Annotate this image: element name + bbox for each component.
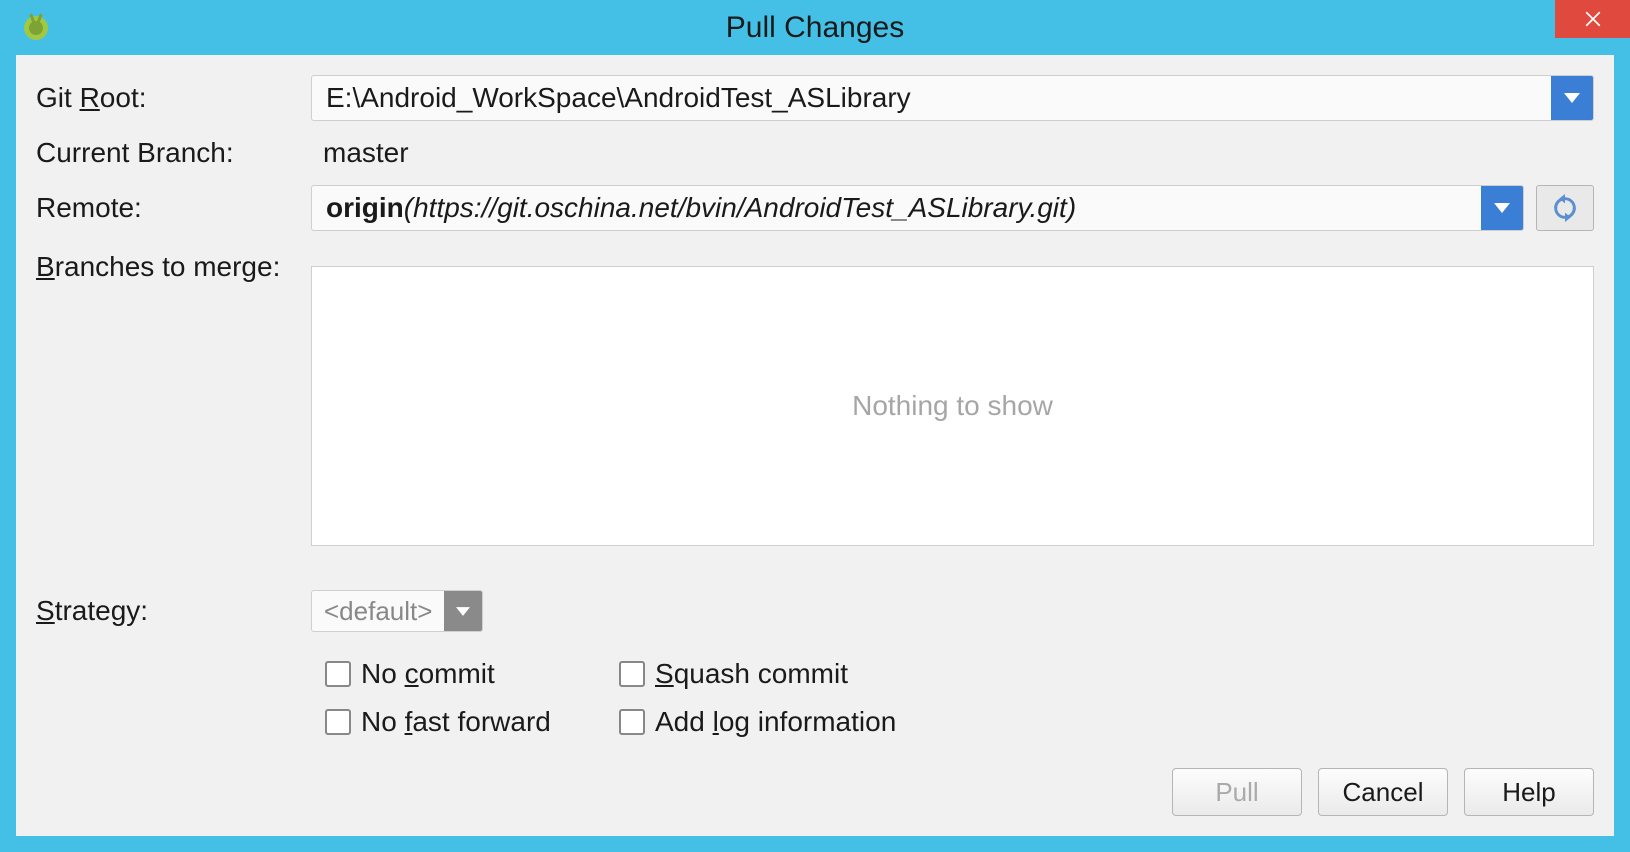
squash-commit-checkbox[interactable]: Squash commit — [619, 658, 919, 690]
cancel-button[interactable]: Cancel — [1318, 768, 1448, 816]
dialog-content: Git Root: E:\Android_WorkSpace\AndroidTe… — [16, 55, 1614, 836]
remote-combo[interactable]: origin(https://git.oschina.net/bvin/Andr… — [311, 185, 1524, 231]
squash-commit-label: Squash commit — [655, 658, 848, 690]
dialog-buttons: Pull Cancel Help — [36, 768, 1594, 816]
close-button[interactable] — [1555, 0, 1630, 38]
help-button[interactable]: Help — [1464, 768, 1594, 816]
strategy-dropdown-arrow[interactable] — [444, 590, 482, 632]
titlebar: Pull Changes — [0, 0, 1630, 55]
checkbox-icon — [619, 709, 645, 735]
no-fast-forward-label: No fast forward — [361, 706, 551, 738]
strategy-value: <default> — [312, 596, 444, 627]
dialog-window: Pull Changes Git Root: E:\Android_WorkSp… — [0, 0, 1630, 852]
remote-dropdown-arrow[interactable] — [1481, 185, 1523, 231]
branches-list[interactable]: Nothing to show — [311, 266, 1594, 546]
remote-value: origin(https://git.oschina.net/bvin/Andr… — [312, 192, 1481, 224]
remote-label: Remote: — [36, 192, 311, 224]
git-root-combo[interactable]: E:\Android_WorkSpace\AndroidTest_ASLibra… — [311, 75, 1594, 121]
checkbox-icon — [619, 661, 645, 687]
current-branch-value: master — [311, 137, 409, 169]
git-root-label: Git Root: — [36, 82, 311, 114]
refresh-button[interactable] — [1536, 185, 1594, 231]
branches-label: Branches to merge: — [36, 247, 311, 283]
pull-button[interactable]: Pull — [1172, 768, 1302, 816]
no-commit-label: No commit — [361, 658, 495, 690]
git-root-value: E:\Android_WorkSpace\AndroidTest_ASLibra… — [312, 82, 1551, 114]
add-log-label: Add log information — [655, 706, 896, 738]
git-root-dropdown-arrow[interactable] — [1551, 75, 1593, 121]
strategy-label: Strategy: — [36, 595, 311, 627]
no-commit-checkbox[interactable]: No commit — [325, 658, 605, 690]
strategy-combo[interactable]: <default> — [311, 590, 483, 632]
refresh-icon — [1551, 194, 1579, 222]
no-fast-forward-checkbox[interactable]: No fast forward — [325, 706, 605, 738]
branches-empty-text: Nothing to show — [852, 390, 1053, 422]
checkbox-icon — [325, 661, 351, 687]
window-title: Pull Changes — [0, 11, 1630, 45]
current-branch-label: Current Branch: — [36, 137, 311, 169]
app-icon — [20, 12, 52, 44]
add-log-checkbox[interactable]: Add log information — [619, 706, 919, 738]
checkbox-icon — [325, 709, 351, 735]
